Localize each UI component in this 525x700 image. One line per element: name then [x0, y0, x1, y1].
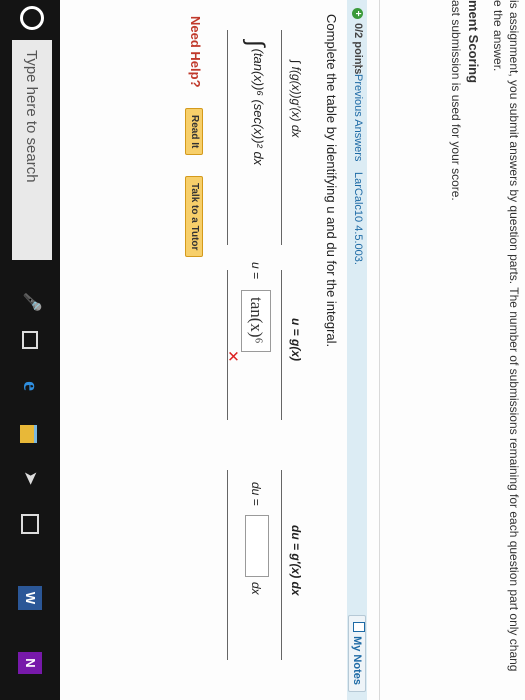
start-icon[interactable]: [20, 6, 44, 30]
webassign-page: is assignment, you submit answers by que…: [60, 0, 525, 700]
read-it-button[interactable]: Read It: [185, 108, 203, 156]
du-answer-input[interactable]: [245, 515, 269, 577]
talk-to-tutor-button[interactable]: Talk to a Tutor: [185, 176, 203, 258]
screen: is assignment, you submit answers by que…: [0, 0, 525, 700]
row-underline-1: [227, 30, 228, 245]
send-icon[interactable]: ➤: [16, 464, 46, 492]
du-label: du =: [249, 482, 263, 506]
u-answer-input[interactable]: tan(x)⁶: [241, 290, 271, 352]
plus-icon[interactable]: +: [352, 8, 363, 19]
scoring-heading: ment Scoring: [466, 0, 481, 84]
file-explorer-icon[interactable]: [16, 420, 46, 448]
word-icon[interactable]: W: [18, 586, 42, 610]
header-separator: |: [352, 64, 364, 67]
taskbar-search-input[interactable]: Type here to search: [12, 40, 52, 260]
question-prompt: Complete the table by identifying u and …: [324, 14, 339, 348]
info-line-1: is assignment, you submit answers by que…: [507, 0, 521, 672]
task-view-icon[interactable]: [16, 326, 46, 354]
header-underline-2: [281, 270, 282, 420]
col-integral-header: ∫ f(g(x))g′(x) dx: [289, 60, 303, 138]
u-label: u =: [249, 262, 263, 280]
integral-sign: ∫: [242, 40, 269, 47]
integral-expression: ∫(tan(x))⁶ (sec(x))² dx: [242, 40, 269, 166]
question-header-bar: +0/2 points | Previous Answers LarCalc10…: [347, 0, 367, 700]
col-u-header: u = g(x): [289, 318, 303, 362]
row-underline-2: [227, 270, 228, 420]
question-reference: LarCalc10 4.5.003.: [352, 172, 364, 265]
header-underline-3: [281, 470, 282, 660]
need-help-label: Need Help?: [188, 16, 203, 88]
store-icon[interactable]: [16, 510, 46, 538]
info-line-2: e the answer.: [491, 0, 505, 72]
header-underline-1: [281, 30, 282, 245]
my-notes-button[interactable]: My Notes: [348, 615, 366, 692]
taskbar: Type here to search 🎤 e ➤ W N: [0, 0, 60, 700]
row-underline-3: [227, 470, 228, 660]
divider: [379, 0, 380, 700]
note-icon: [353, 622, 365, 633]
info-line-3: ast submission is used for your score.: [449, 0, 463, 201]
previous-answers-link[interactable]: Previous Answers: [352, 74, 364, 161]
dx-label: dx: [249, 582, 263, 595]
col-du-header: du = g′(x) dx: [289, 525, 303, 596]
onenote-icon[interactable]: N: [18, 652, 42, 674]
microphone-icon[interactable]: 🎤: [16, 288, 46, 316]
edge-icon[interactable]: e: [16, 372, 46, 400]
